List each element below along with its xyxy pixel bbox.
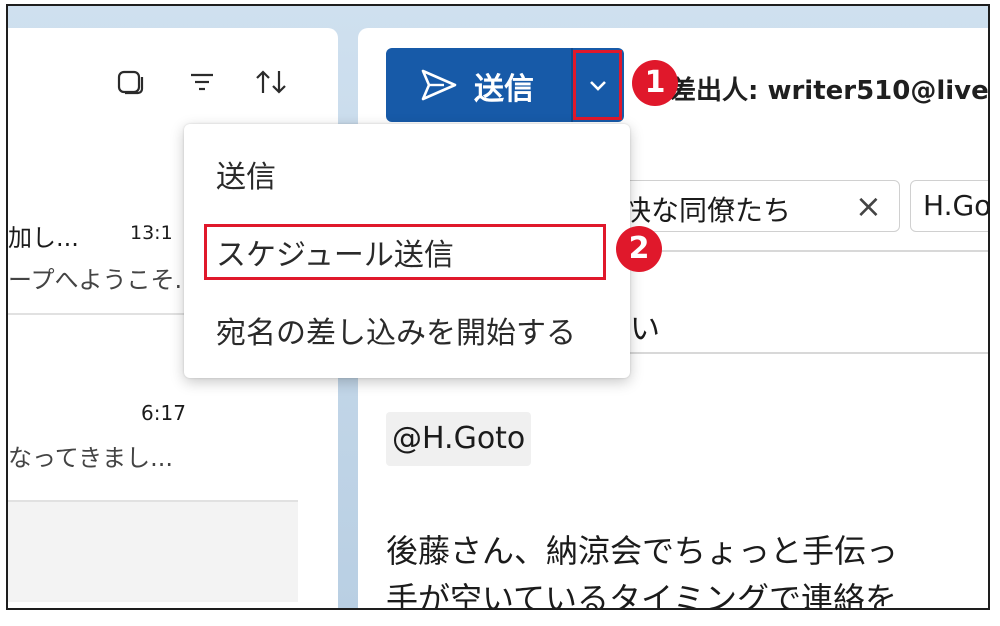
mail-preview-line2: ープへようこそ... — [8, 266, 198, 294]
screenshot-frame: 加し... 13:1 ープへようこそ... 6:17 なってきまし... 送信 — [6, 4, 990, 610]
send-button[interactable]: 送信 — [386, 48, 571, 122]
mail-time: 13:1 — [130, 222, 173, 244]
menu-item-send[interactable]: 送信 — [216, 152, 276, 196]
send-button-label: 送信 — [474, 72, 534, 107]
recipient-chip[interactable]: H.Go — [910, 180, 990, 232]
send-options-menu: 送信 スケジュール送信 宛名の差し込みを開始する — [184, 124, 630, 378]
chevron-down-icon — [590, 81, 606, 91]
filter-icon[interactable] — [188, 68, 216, 96]
sort-icon[interactable] — [254, 68, 288, 96]
mail-time: 6:17 — [141, 401, 186, 425]
subject-input[interactable]: い — [630, 304, 660, 348]
body-text-line[interactable]: 手が空いているタイミングで連絡を — [386, 574, 897, 608]
divider — [628, 352, 988, 354]
menu-item-mail-merge[interactable]: 宛名の差し込みを開始する — [216, 308, 576, 352]
close-icon[interactable]: × — [855, 187, 882, 225]
send-options-dropdown[interactable] — [573, 50, 622, 120]
body-text-line[interactable]: 後藤さん、納涼会でちょっと手伝っ — [386, 526, 898, 572]
mention-chip[interactable]: @H.Goto — [386, 412, 532, 466]
list-footer-area — [8, 502, 298, 602]
mail-preview-line1: なってきまし... — [8, 444, 173, 472]
send-icon — [421, 69, 457, 101]
divider — [628, 250, 988, 252]
mail-preview-line1: 加し... — [8, 224, 79, 252]
recipient-chip[interactable]: 快な同僚たち × — [606, 180, 900, 232]
layout-icon[interactable] — [116, 68, 144, 96]
send-button-group: 送信 — [386, 48, 624, 122]
menu-item-schedule-send[interactable]: スケジュール送信 — [216, 230, 454, 274]
annotation-badge-2: 2 — [616, 226, 662, 272]
recipient-label: 快な同僚たち — [623, 194, 792, 227]
from-field: 差出人: writer510@live — [670, 76, 989, 106]
annotation-badge-1: 1 — [632, 60, 678, 106]
recipient-label: H.Go — [923, 189, 990, 222]
